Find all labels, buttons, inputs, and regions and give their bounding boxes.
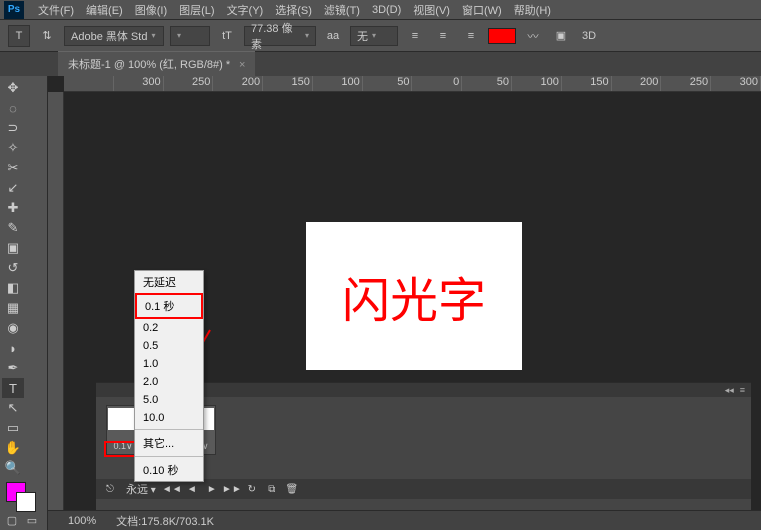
- menu-layer[interactable]: 图层(L): [173, 2, 220, 18]
- screenmode-button[interactable]: ▭: [22, 512, 42, 528]
- pen-tool[interactable]: ✒: [2, 358, 24, 378]
- horizontal-ruler: 300 250 200 150 100 50 0 50 100 150 200 …: [64, 76, 761, 92]
- active-tool-indicator: T: [8, 25, 30, 47]
- menu-view[interactable]: 视图(V): [407, 2, 456, 18]
- orientation-toggle[interactable]: ⇅: [36, 25, 58, 47]
- type-size-icon: tT: [216, 25, 238, 47]
- delay-option-50[interactable]: 5.0: [135, 391, 203, 409]
- delay-option-none[interactable]: 无延迟: [135, 271, 203, 293]
- timeline-mode-icon[interactable]: ⎋: [102, 482, 118, 496]
- healing-tool[interactable]: ✚: [2, 198, 24, 218]
- status-bar: 100% 文档:175.8K/703.1K: [48, 510, 761, 530]
- workspace: ✥ ◌ ⊃ ✧ ✂ ↙ ✚ ✎ ▣ ↺ ◧ ▦ ◉ ◗ ✒ T ↖ ▭ ✋ 🔍 …: [0, 76, 761, 530]
- toolbox: ✥ ◌ ⊃ ✧ ✂ ↙ ✚ ✎ ▣ ↺ ◧ ▦ ◉ ◗ ✒ T ↖ ▭ ✋ 🔍 …: [0, 76, 48, 530]
- delete-frame-button[interactable]: 🗑: [284, 482, 300, 496]
- frame-delay-menu: 无延迟 0.1 秒 0.2 0.5 1.0 2.0 5.0 10.0 其它...…: [134, 270, 204, 482]
- shape-tool[interactable]: ▭: [2, 418, 24, 438]
- next-frame-button[interactable]: ►►: [224, 482, 240, 496]
- doc-info[interactable]: 文档:175.8K/703.1K: [116, 513, 214, 529]
- history-brush-tool[interactable]: ↺: [2, 258, 24, 278]
- panel-menu-icon[interactable]: ≡: [740, 385, 745, 395]
- eyedropper-tool[interactable]: ↙: [2, 178, 24, 198]
- collapse-icon[interactable]: ◂◂: [725, 385, 734, 396]
- align-right-button[interactable]: ≡: [460, 25, 482, 47]
- eraser-tool[interactable]: ◧: [2, 278, 24, 298]
- menu-type[interactable]: 文字(Y): [221, 2, 270, 18]
- prev-frame-button[interactable]: ◄: [184, 482, 200, 496]
- timeline-controls: ⎋ 永远 ▾ ◄◄ ◄ ► ►► ↻ ⧉ 🗑: [96, 479, 751, 499]
- gradient-tool[interactable]: ▦: [2, 298, 24, 318]
- delay-option-02[interactable]: 0.2: [135, 319, 203, 337]
- delay-option-05[interactable]: 0.5: [135, 337, 203, 355]
- brush-tool[interactable]: ✎: [2, 218, 24, 238]
- lasso-tool[interactable]: ⊃: [2, 118, 24, 138]
- vertical-ruler: [48, 92, 64, 530]
- delay-option-10[interactable]: 1.0: [135, 355, 203, 373]
- menu-file[interactable]: 文件(F): [32, 2, 80, 18]
- align-left-button[interactable]: ≡: [404, 25, 426, 47]
- document-tab-title: 未标题-1 @ 100% (红, RGB/8#) *: [68, 59, 230, 71]
- zoom-tool[interactable]: 🔍: [2, 458, 24, 478]
- document-tab[interactable]: 未标题-1 @ 100% (红, RGB/8#) * ×: [58, 51, 255, 76]
- delay-option-other[interactable]: 其它...: [135, 432, 203, 454]
- menu-3d[interactable]: 3D(D): [366, 4, 407, 16]
- duplicate-frame-button[interactable]: ⧉: [264, 482, 280, 496]
- tween-button[interactable]: ↻: [244, 482, 260, 496]
- delay-option-current[interactable]: 0.10 秒: [135, 459, 203, 481]
- align-center-button[interactable]: ≡: [432, 25, 454, 47]
- menu-filter[interactable]: 滤镜(T): [318, 2, 366, 18]
- menu-help[interactable]: 帮助(H): [508, 2, 557, 18]
- options-bar: T ⇅ Adobe 黑体 Std▾ ▾ tT 77.38 像素▾ aa 无▾ ≡…: [0, 20, 761, 52]
- background-color[interactable]: [16, 492, 36, 512]
- menu-image[interactable]: 图像(I): [129, 2, 173, 18]
- document-canvas[interactable]: 闪光字: [306, 222, 522, 370]
- zoom-level[interactable]: 100%: [68, 515, 96, 527]
- antialias-dropdown[interactable]: 无▾: [350, 26, 398, 46]
- delay-option-01[interactable]: 0.1 秒: [135, 293, 203, 319]
- menu-separator: [135, 429, 203, 430]
- color-picker[interactable]: [2, 482, 45, 512]
- clone-tool[interactable]: ▣: [2, 238, 24, 258]
- menu-window[interactable]: 窗口(W): [456, 2, 508, 18]
- char-panel-button[interactable]: ▣: [550, 25, 572, 47]
- font-style-dropdown[interactable]: ▾: [170, 26, 210, 46]
- path-tool[interactable]: ↖: [2, 398, 24, 418]
- marquee-tool[interactable]: ◌: [2, 98, 24, 118]
- crop-tool[interactable]: ✂: [2, 158, 24, 178]
- loop-dropdown[interactable]: 永远 ▾: [122, 481, 160, 497]
- quickmask-button[interactable]: ▢: [2, 512, 22, 528]
- font-size-dropdown[interactable]: 77.38 像素▾: [244, 26, 316, 46]
- menu-select[interactable]: 选择(S): [269, 2, 318, 18]
- document-tabs: 未标题-1 @ 100% (红, RGB/8#) * ×: [0, 52, 761, 76]
- dodge-tool[interactable]: ◗: [2, 338, 24, 358]
- warp-text-button[interactable]: 〰: [522, 25, 544, 47]
- magic-wand-tool[interactable]: ✧: [2, 138, 24, 158]
- app-logo: Ps: [4, 1, 24, 19]
- play-button[interactable]: ►: [204, 482, 220, 496]
- delay-option-20[interactable]: 2.0: [135, 373, 203, 391]
- 3d-button[interactable]: 3D: [578, 25, 600, 47]
- menu-edit[interactable]: 编辑(E): [80, 2, 129, 18]
- hand-tool[interactable]: ✋: [2, 438, 24, 458]
- type-tool[interactable]: T: [2, 378, 24, 398]
- text-color-swatch[interactable]: [488, 28, 516, 44]
- delay-option-100[interactable]: 10.0: [135, 409, 203, 427]
- first-frame-button[interactable]: ◄◄: [164, 482, 180, 496]
- close-tab-button[interactable]: ×: [239, 59, 245, 71]
- menubar: Ps 文件(F) 编辑(E) 图像(I) 图层(L) 文字(Y) 选择(S) 滤…: [0, 0, 761, 20]
- blur-tool[interactable]: ◉: [2, 318, 24, 338]
- move-tool[interactable]: ✥: [2, 78, 24, 98]
- canvas-text-layer[interactable]: 闪光字: [342, 261, 486, 331]
- menu-separator: [135, 456, 203, 457]
- aa-label: aa: [322, 25, 344, 47]
- font-family-dropdown[interactable]: Adobe 黑体 Std▾: [64, 26, 164, 46]
